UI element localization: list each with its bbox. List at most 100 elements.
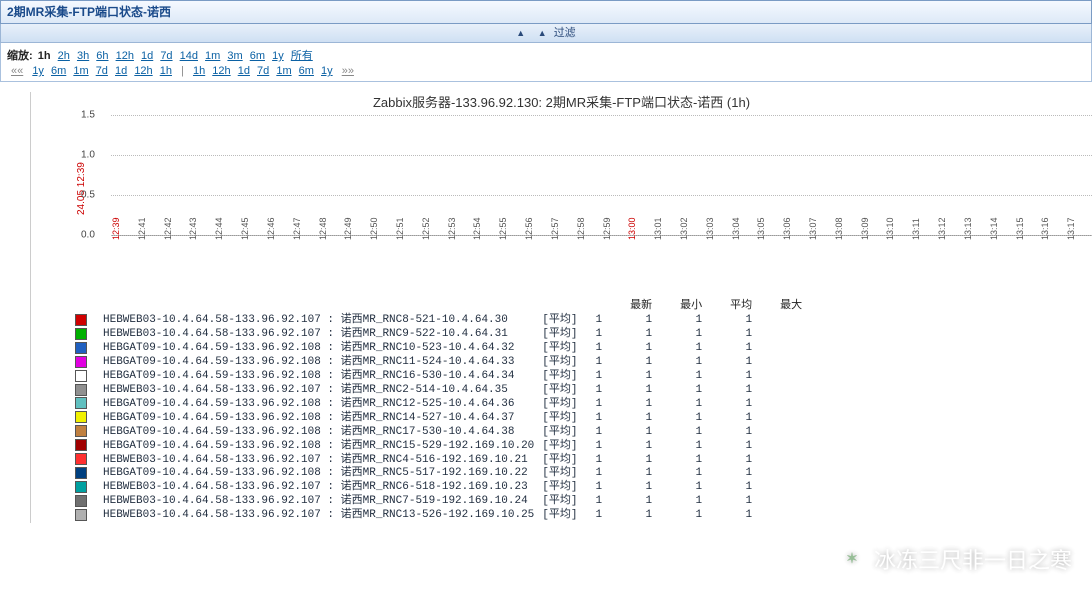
legend-avg: 1 — [666, 356, 716, 370]
legend-min: 1 — [616, 384, 666, 398]
legend-max: 1 — [716, 425, 766, 439]
nav-fwd-1d[interactable]: 1d — [238, 65, 250, 77]
nav-back-1y[interactable]: 1y — [32, 65, 44, 77]
zoom-option-1y[interactable]: 1y — [272, 50, 284, 62]
y-tick: 0.5 — [81, 189, 95, 200]
x-tick: 12:49 — [343, 217, 353, 240]
legend-agg: [平均] — [538, 370, 581, 384]
zoom-option-3m[interactable]: 3m — [227, 50, 242, 62]
x-tick: 12:58 — [576, 217, 586, 240]
legend-avg: 1 — [666, 384, 716, 398]
legend-last: 1 — [581, 439, 616, 453]
legend-agg: [平均] — [538, 356, 581, 370]
legend-row: HEBGAT09-10.4.64.59-133.96.92.108 : 诺西MR… — [71, 411, 816, 425]
legend-row: HEBGAT09-10.4.64.59-133.96.92.108 : 诺西MR… — [71, 356, 816, 370]
nav-fwd-7d[interactable]: 7d — [257, 65, 269, 77]
legend-min: 1 — [616, 411, 666, 425]
zoom-option-2h[interactable]: 2h — [58, 50, 70, 62]
legend-min: 1 — [616, 495, 666, 509]
nav-fwd-1m[interactable]: 1m — [276, 65, 291, 77]
nav-fwd-6m[interactable]: 6m — [299, 65, 314, 77]
legend-avg: 1 — [666, 370, 716, 384]
legend-agg: [平均] — [538, 495, 581, 509]
legend-swatch — [75, 314, 87, 326]
legend-swatch — [75, 342, 87, 354]
zoom-option-6m[interactable]: 6m — [250, 50, 265, 62]
filter-arrows-icon: ▲ ▲ — [516, 28, 546, 38]
y-tick: 0.0 — [81, 230, 95, 241]
legend-max: 1 — [716, 481, 766, 495]
legend-max: 1 — [716, 342, 766, 356]
chart-title: Zabbix服务器-133.96.92.130: 2期MR采集-FTP端口状态-… — [31, 92, 1092, 111]
nav-fwd-all[interactable]: »» — [342, 65, 354, 77]
legend-min: 1 — [616, 439, 666, 453]
nav-back-all[interactable]: «« — [11, 65, 23, 77]
legend-max: 1 — [716, 356, 766, 370]
nav-back-7d[interactable]: 7d — [96, 65, 108, 77]
nav-fwd-1y[interactable]: 1y — [321, 65, 333, 77]
zoom-option-所有[interactable]: 所有 — [291, 50, 313, 62]
legend-last: 1 — [581, 328, 616, 342]
legend-agg: [平均] — [538, 411, 581, 425]
zoom-option-7d[interactable]: 7d — [160, 50, 172, 62]
legend-avg: 1 — [666, 509, 716, 523]
legend-label: HEBGAT09-10.4.64.59-133.96.92.108 : 诺西MR… — [99, 370, 538, 384]
x-tick: 12:57 — [550, 217, 560, 240]
nav-back-6m[interactable]: 6m — [51, 65, 66, 77]
y-tick: 1.5 — [81, 110, 95, 121]
legend-max: 1 — [716, 397, 766, 411]
zoom-option-1m[interactable]: 1m — [205, 50, 220, 62]
legend-max: 1 — [716, 453, 766, 467]
legend-avg: 1 — [666, 397, 716, 411]
nav-fwd-12h[interactable]: 12h — [212, 65, 230, 77]
legend-row: HEBWEB03-10.4.64.58-133.96.92.107 : 诺西MR… — [71, 509, 816, 523]
zoom-option-1d[interactable]: 1d — [141, 50, 153, 62]
x-tick: 12:48 — [318, 217, 328, 240]
zoom-option-1h[interactable]: 1h — [38, 50, 51, 62]
legend-max: 1 — [716, 467, 766, 481]
legend-row: HEBGAT09-10.4.64.59-133.96.92.108 : 诺西MR… — [71, 370, 816, 384]
legend-max: 1 — [716, 439, 766, 453]
time-nav-row: «« 1y 6m 1m 7d 1d 12h 1h | 1h 12h 1d 7d … — [7, 65, 1085, 77]
legend-swatch — [75, 397, 87, 409]
filter-toggle[interactable]: ▲ ▲ 过滤 — [0, 24, 1092, 43]
zoom-option-3h[interactable]: 3h — [77, 50, 89, 62]
chart-container: Zabbix服务器-133.96.92.130: 2期MR采集-FTP端口状态-… — [30, 92, 1092, 523]
filter-label: 过滤 — [554, 27, 576, 39]
legend-row: HEBWEB03-10.4.64.58-133.96.92.107 : 诺西MR… — [71, 481, 816, 495]
nav-back-12h[interactable]: 12h — [134, 65, 152, 77]
legend-row: HEBGAT09-10.4.64.59-133.96.92.108 : 诺西MR… — [71, 467, 816, 481]
nav-back-1h[interactable]: 1h — [160, 65, 172, 77]
x-tick: 13:07 — [808, 217, 818, 240]
legend-label: HEBWEB03-10.4.64.58-133.96.92.107 : 诺西MR… — [99, 384, 538, 398]
legend-header: 最新 — [616, 296, 666, 314]
zoom-option-14d[interactable]: 14d — [180, 50, 198, 62]
legend-min: 1 — [616, 425, 666, 439]
legend-swatch — [75, 411, 87, 423]
legend-agg: [平均] — [538, 481, 581, 495]
legend-label: HEBGAT09-10.4.64.59-133.96.92.108 : 诺西MR… — [99, 397, 538, 411]
legend-max: 1 — [716, 384, 766, 398]
legend-last: 1 — [581, 509, 616, 523]
nav-back-1m[interactable]: 1m — [73, 65, 88, 77]
legend-swatch — [75, 425, 87, 437]
legend-min: 1 — [616, 342, 666, 356]
x-tick: 13:00 — [627, 217, 637, 240]
zoom-option-6h[interactable]: 6h — [96, 50, 108, 62]
legend-avg: 1 — [666, 314, 716, 328]
x-tick: 12:55 — [498, 217, 508, 240]
nav-back-1d[interactable]: 1d — [115, 65, 127, 77]
legend-avg: 1 — [666, 342, 716, 356]
legend-avg: 1 — [666, 467, 716, 481]
legend-agg: [平均] — [538, 314, 581, 328]
legend-min: 1 — [616, 467, 666, 481]
page-title: 2期MR采集-FTP端口状态-诺西 — [0, 0, 1092, 24]
nav-fwd-1h[interactable]: 1h — [193, 65, 205, 77]
legend-agg: [平均] — [538, 328, 581, 342]
legend-last: 1 — [581, 481, 616, 495]
legend-label: HEBWEB03-10.4.64.58-133.96.92.107 : 诺西MR… — [99, 314, 538, 328]
zoom-option-12h[interactable]: 12h — [116, 50, 134, 62]
chart-legend: 最新最小平均最大HEBWEB03-10.4.64.58-133.96.92.10… — [71, 296, 1092, 523]
watermark: ✶ 冰冻三尺非一日之寒 — [838, 543, 1072, 575]
legend-min: 1 — [616, 481, 666, 495]
